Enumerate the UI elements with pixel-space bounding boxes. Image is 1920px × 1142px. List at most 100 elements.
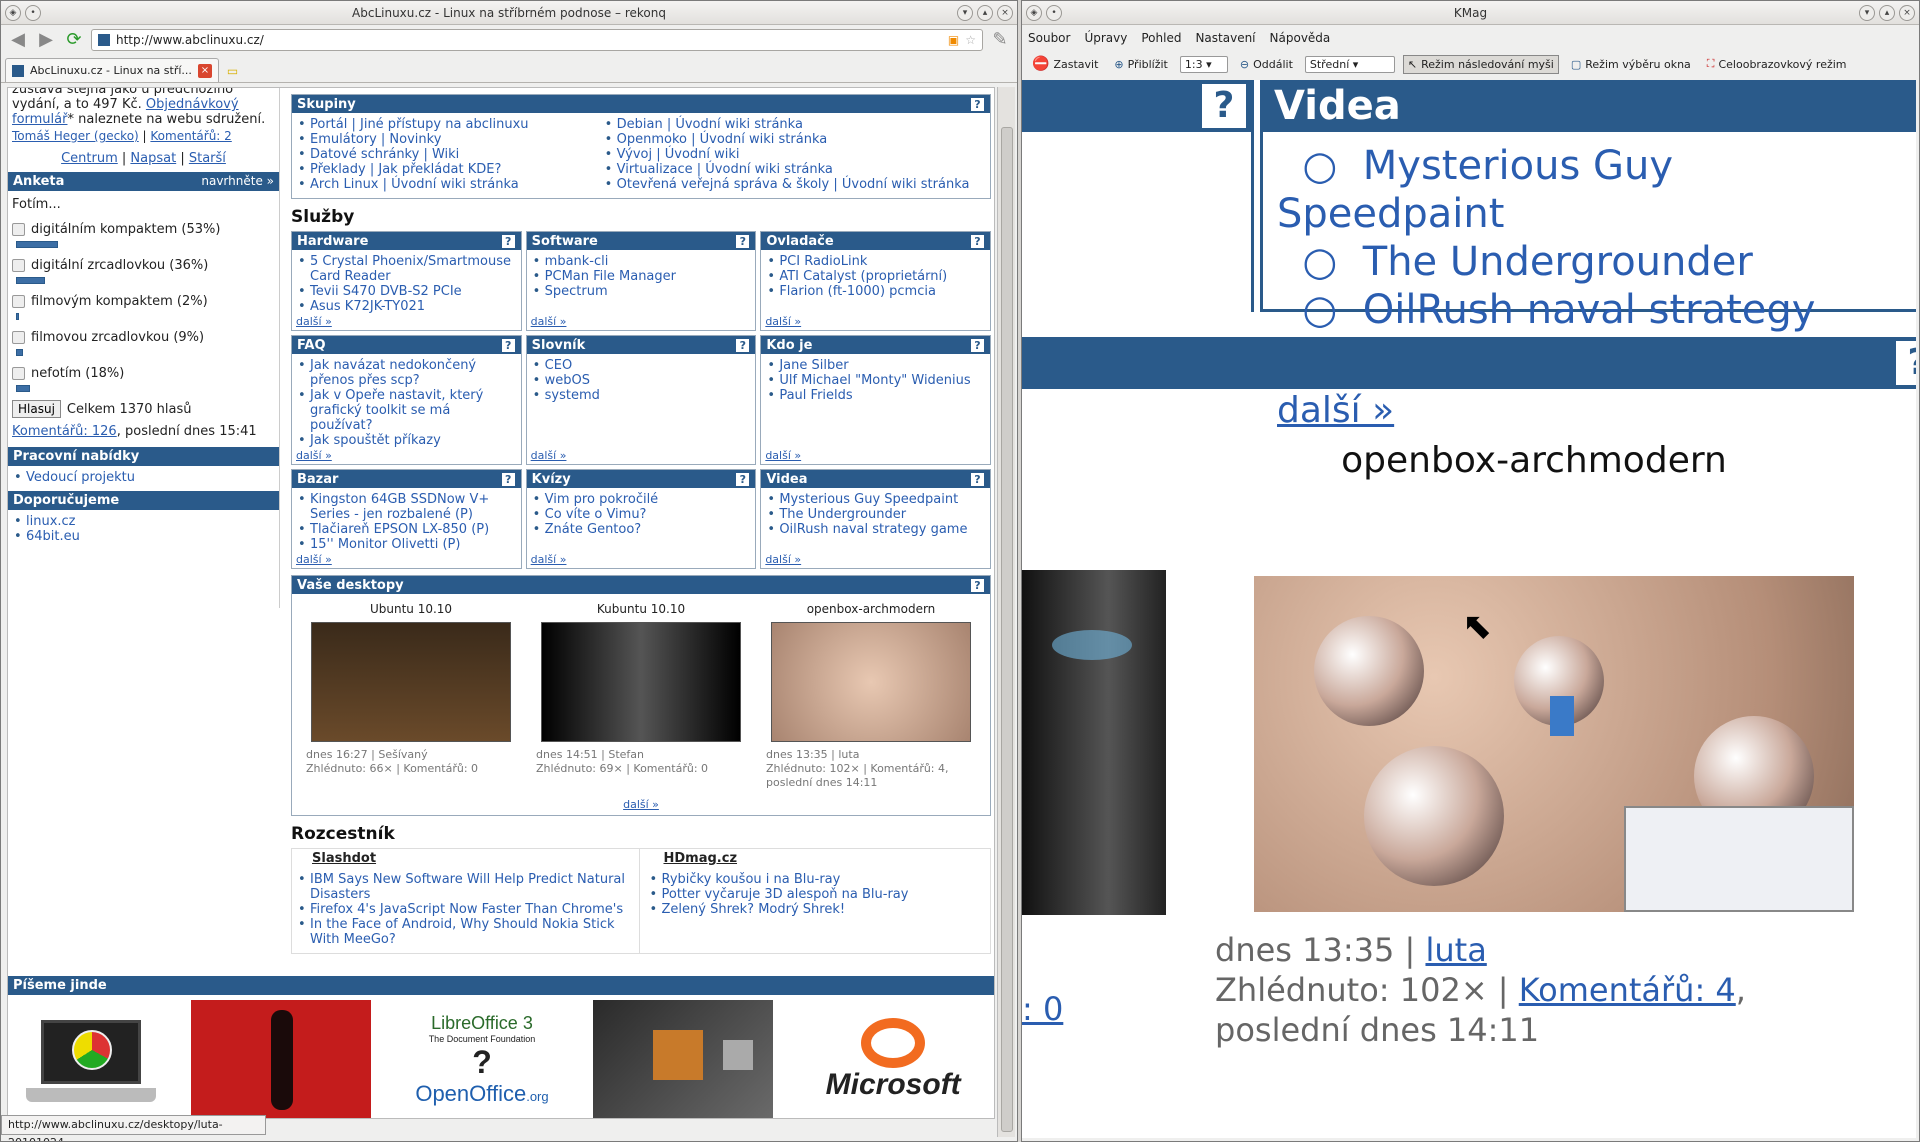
news-link[interactable]: Rybičky koušou i na Blu-ray (662, 872, 841, 887)
close-icon[interactable]: × (997, 5, 1013, 21)
service-link[interactable]: Asus K72JK-TY021 (310, 299, 425, 314)
menu-item[interactable]: Pohled (1141, 31, 1181, 45)
group-link[interactable]: Otevřená veřejná správa & školy | Úvodní… (617, 177, 970, 192)
rec-link[interactable]: 64bit.eu (26, 529, 80, 544)
poll-option[interactable]: filmovým kompaktem (2%) (12, 294, 275, 309)
motherboard-image[interactable] (592, 1000, 773, 1118)
poll-option[interactable]: nefotím (18%) (12, 366, 275, 381)
service-link[interactable]: Flarion (ft-1000) pcmcia (779, 284, 936, 299)
zoom-kubuntu-image[interactable] (1022, 570, 1166, 915)
help-icon[interactable]: ? (500, 337, 516, 353)
help-icon[interactable]: ? (970, 233, 985, 249)
desktops-more-link[interactable]: další » (623, 798, 659, 811)
nav-starsi[interactable]: Starší (189, 151, 226, 166)
zoom-openbox-image[interactable]: ⬉ (1254, 576, 1854, 912)
news-link[interactable]: Zelený Shrek? Modrý Shrek! (662, 902, 846, 917)
reload-icon[interactable]: ⟳ (63, 29, 85, 51)
help-icon[interactable]: ? (500, 471, 516, 487)
group-link[interactable]: Virtualizace | Úvodní wiki stránka (617, 162, 833, 177)
minimize-icon[interactable]: ▾ (1859, 5, 1875, 21)
help-icon[interactable]: ? (970, 337, 985, 353)
group-link[interactable]: Vývoj | Úvodní wiki (617, 147, 740, 162)
author-link[interactable]: Tomáš Heger (gecko) (12, 129, 139, 143)
more-link[interactable]: další » (531, 315, 567, 328)
menu-item[interactable]: Soubor (1028, 31, 1070, 45)
laptop-chrome-logo[interactable] (25, 1010, 156, 1110)
group-link[interactable]: Datové schránky | Wiki (310, 147, 459, 162)
group-link[interactable]: Překlady | Jak překládat KDE? (310, 162, 501, 177)
rec-link[interactable]: linux.cz (26, 514, 76, 529)
desktop-thumbnail[interactable] (541, 622, 741, 742)
help-icon[interactable]: ? (970, 96, 985, 112)
more-link[interactable]: další » (296, 553, 332, 566)
game-poster-image[interactable] (191, 1000, 372, 1118)
more-link[interactable]: další » (531, 553, 567, 566)
maximize-icon[interactable]: ▴ (977, 5, 993, 21)
window-menu-icon[interactable]: ◈ (5, 5, 21, 21)
slashdot-title[interactable]: Slashdot (292, 849, 639, 868)
more-link[interactable]: další » (765, 315, 801, 328)
more-link[interactable]: další » (296, 449, 332, 462)
speed-select[interactable]: Střední ▾ (1304, 55, 1395, 73)
service-link[interactable]: Jak spouštět příkazy (310, 433, 441, 448)
poll-checkbox[interactable] (12, 367, 25, 380)
zoom-comments-link[interactable]: Komentářů: 4 (1519, 971, 1736, 1009)
scrollbar-thumb[interactable] (1001, 127, 1013, 1132)
group-link[interactable]: Openmoko | Úvodní wiki stránka (617, 132, 828, 147)
help-icon[interactable]: ? (970, 577, 985, 593)
group-link[interactable]: Debian | Úvodní wiki stránka (617, 117, 803, 132)
service-link[interactable]: ATI Catalyst (proprietární) (779, 269, 947, 284)
more-link[interactable]: další » (765, 553, 801, 566)
desktop-item[interactable]: openbox-archmodern dnes 13:35 | luta Zhléd… (766, 602, 976, 790)
help-icon[interactable]: ? (735, 337, 751, 353)
service-link[interactable]: Jak v Opeře nastavit, který grafický too… (310, 388, 483, 433)
more-link[interactable]: další » (531, 449, 567, 462)
comments-link[interactable]: Komentářů: 2 (150, 129, 231, 143)
service-link[interactable]: OilRush naval strategy game (779, 522, 967, 537)
nav-centrum[interactable]: Centrum (61, 151, 118, 166)
nav-napsat[interactable]: Napsat (130, 151, 176, 166)
desktop-item[interactable]: Ubuntu 10.10 dnes 16:27 | Sešívaný Zhlédnu… (306, 602, 516, 790)
service-link[interactable]: mbank-cli (545, 254, 609, 269)
group-link[interactable]: Arch Linux | Úvodní wiki stránka (310, 177, 519, 192)
service-link[interactable]: Paul Frields (779, 388, 852, 403)
help-icon[interactable]: ? (500, 233, 516, 249)
service-link[interactable]: CEO (545, 358, 573, 373)
desktop-thumbnail[interactable] (311, 622, 511, 742)
service-link[interactable]: Co víte o Vimu? (545, 507, 647, 522)
service-link[interactable]: Ulf Michael "Monty" Widenius (779, 373, 970, 388)
poll-option[interactable]: filmovou zrcadlovkou (9%) (12, 330, 275, 345)
tools-icon[interactable]: ✎ (989, 29, 1011, 51)
maximize-icon[interactable]: ▴ (1879, 5, 1895, 21)
new-tab-icon[interactable]: ▭ (227, 64, 238, 78)
order-form-link2[interactable]: formulář (12, 112, 67, 127)
group-link[interactable]: Portál | Jiné přístupy na abclinuxu (310, 117, 529, 132)
poll-checkbox[interactable] (12, 259, 25, 272)
desktop-item[interactable]: Kubuntu 10.10 dnes 14:51 | Stefan Zhlédnut… (536, 602, 746, 790)
bookmark-star-icon[interactable]: ☆ (965, 33, 976, 47)
poll-checkbox[interactable] (12, 223, 25, 236)
zoom-more-link[interactable]: další » (1277, 382, 1902, 440)
service-link[interactable]: Jane Silber (779, 358, 848, 373)
poll-option[interactable]: digitálním kompaktem (53%) (12, 222, 275, 237)
service-link[interactable]: The Undergrounder (779, 507, 906, 522)
news-link[interactable]: IBM Says New Software Will Help Predict … (310, 872, 625, 902)
pin-icon[interactable]: • (25, 5, 41, 21)
zoom-list-item[interactable]: ○ The Undergrounder (1277, 238, 1902, 286)
service-link[interactable]: Tevii S470 DVB-S2 PCIe (310, 284, 462, 299)
stop-button[interactable]: ⛔ Zastavit (1028, 54, 1102, 74)
follow-mouse-button[interactable]: ↖ Režim následování myši (1402, 54, 1559, 74)
office-logos[interactable]: LibreOffice 3 The Document Foundation ? … (407, 1013, 557, 1107)
tab-close-icon[interactable]: × (197, 63, 212, 78)
order-form-link[interactable]: Objednávkový (146, 97, 239, 112)
job-link[interactable]: Vedoucí projektu (26, 470, 135, 485)
forward-icon[interactable]: ▶ (35, 29, 57, 51)
menu-item[interactable]: Nastavení (1195, 31, 1255, 45)
poll-comments-link[interactable]: Komentářů: 126 (12, 424, 117, 439)
help-icon[interactable]: ? (970, 471, 985, 487)
service-link[interactable]: PCI RadioLink (779, 254, 867, 269)
close-icon[interactable]: × (1899, 5, 1915, 21)
news-link[interactable]: In the Face of Android, Why Should Nokia… (310, 917, 615, 947)
zoom-in-button[interactable]: ⊕ Přiblížit (1110, 56, 1171, 73)
help-icon[interactable]: ? (735, 471, 751, 487)
